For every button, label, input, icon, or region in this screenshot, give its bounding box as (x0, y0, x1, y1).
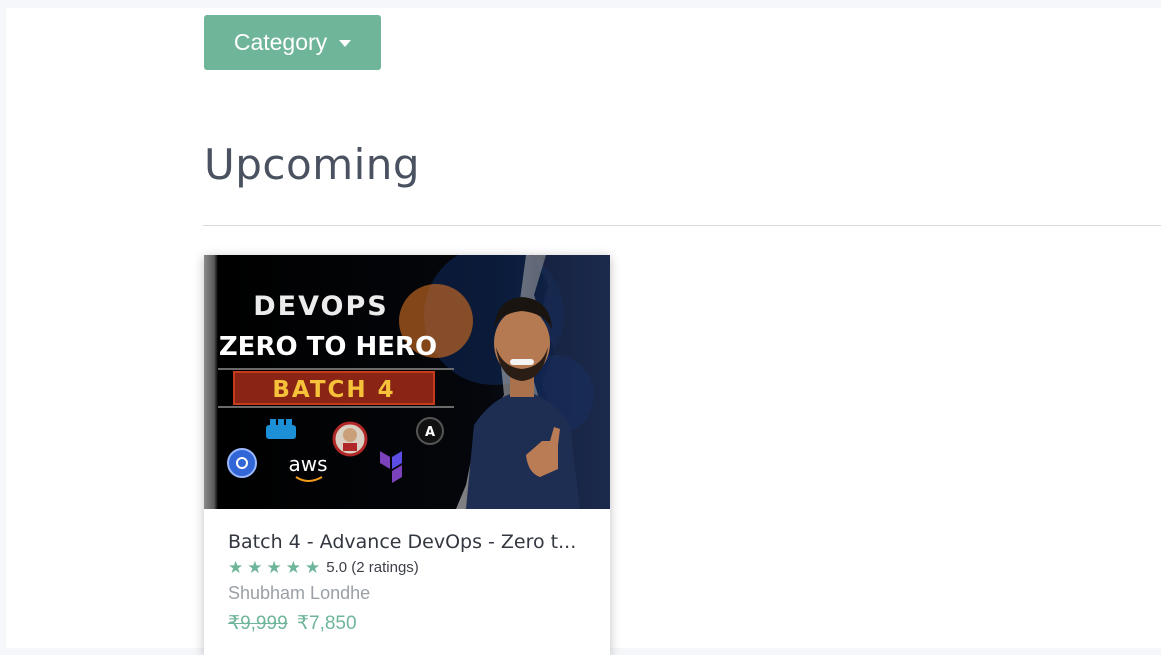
rating-stars: ★ ★ ★ ★ ★ (228, 559, 320, 576)
aws-smile-icon (295, 476, 323, 482)
kubernetes-logo-icon (227, 448, 257, 478)
star-icon: ★ (266, 558, 282, 577)
star-icon: ★ (305, 558, 321, 577)
original-price: ₹9,999 (228, 613, 288, 634)
svg-text:A: A (425, 425, 435, 440)
ansible-logo-icon: A (416, 417, 444, 445)
category-button-label: Category (233, 29, 328, 55)
star-icon: ★ (247, 558, 263, 577)
category-dropdown-button[interactable]: Category (204, 15, 381, 70)
docker-logo-icon (266, 419, 296, 439)
course-card-body: Batch 4 - Advance DevOps - Zero t... ★ ★… (228, 531, 592, 635)
aws-logo-text: aws (288, 452, 327, 476)
thumbnail-text-batch: BATCH 4 (272, 377, 395, 403)
course-title[interactable]: Batch 4 - Advance DevOps - Zero t... (228, 531, 590, 553)
section-title: Upcoming (204, 140, 421, 189)
section-divider (203, 225, 1161, 226)
rating-text: 5.0 (2 ratings) (326, 559, 419, 576)
course-thumbnail[interactable]: DEVOPS ZERO TO HERO BATCH 4 aws A (204, 255, 610, 509)
caret-down-icon (339, 40, 352, 47)
page-content: Category Upcoming DEVOPS ZERO TO HERO BA… (6, 8, 1161, 655)
thumbnail-text-devops: DEVOPS (253, 291, 388, 322)
star-icon: ★ (285, 558, 301, 577)
course-card[interactable]: DEVOPS ZERO TO HERO BATCH 4 aws A Batch … (204, 255, 610, 655)
star-icon: ★ (228, 558, 244, 577)
terraform-logo-icon (380, 451, 402, 483)
discounted-price: ₹7,850 (296, 613, 357, 634)
course-rating: ★ ★ ★ ★ ★ 5.0 (2 ratings) (228, 559, 592, 576)
course-author: Shubham Londhe (228, 583, 371, 603)
thumbnail-text-zero-to-hero: ZERO TO HERO (219, 332, 437, 362)
course-price: ₹9,999 ₹7,850 (228, 612, 592, 635)
jenkins-logo-icon (332, 421, 368, 457)
